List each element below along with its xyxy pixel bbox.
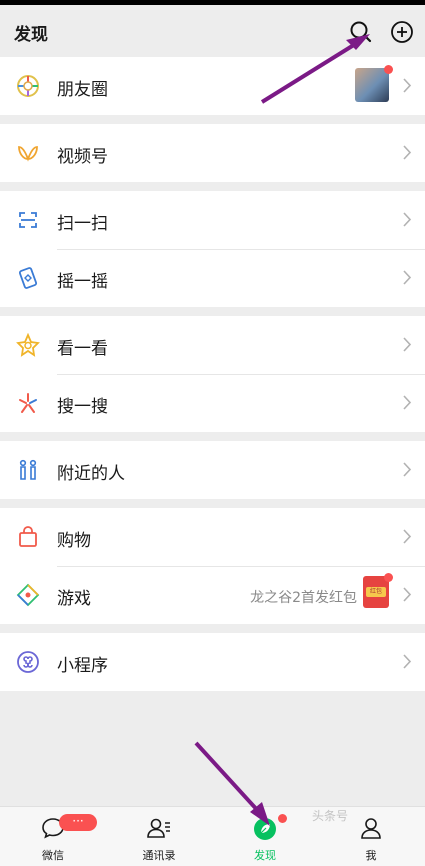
tab-contacts[interactable]: 通讯录	[106, 807, 212, 866]
chevron-right-icon	[402, 77, 412, 94]
scan-icon	[16, 208, 40, 232]
chevron-right-icon	[402, 461, 412, 478]
group-shopping-games: 购物 游戏 龙之谷2首发红包 红包	[0, 508, 425, 624]
chevron-right-icon	[402, 144, 412, 161]
menu-item-moments[interactable]: 朋友圈	[0, 57, 425, 115]
chevron-right-icon	[402, 394, 412, 411]
menu-item-label: 附近的人	[57, 464, 125, 484]
menu-item-label: 视频号	[57, 147, 108, 167]
unread-badge: ···	[59, 814, 97, 831]
menu-item-top-stories[interactable]: 看一看	[0, 316, 425, 374]
group-channels: 视频号	[0, 124, 425, 182]
new-dot	[384, 65, 393, 74]
games-promo-text: 龙之谷2首发红包	[250, 590, 357, 606]
discover-icon	[252, 815, 278, 841]
menu-item-label: 摇一摇	[57, 272, 108, 292]
tab-label: 我	[365, 849, 377, 862]
group-mini-programs: 小程序	[0, 633, 425, 691]
menu-item-label: 扫一扫	[57, 214, 108, 234]
group-nearby: 附近的人	[0, 441, 425, 499]
page-header: 发现	[0, 5, 425, 57]
menu-item-label: 购物	[57, 531, 91, 551]
tab-label: 发现	[254, 849, 276, 862]
group-scan-shake: 扫一扫 摇一摇	[0, 191, 425, 307]
plus-circle-icon[interactable]	[389, 19, 415, 45]
tab-chats[interactable]: ··· 微信	[0, 807, 106, 866]
new-dot	[384, 573, 393, 582]
channels-icon	[16, 141, 40, 165]
search-icon[interactable]	[348, 19, 374, 45]
bottom-tab-bar: ··· 微信 通讯录 发现 我	[0, 806, 425, 866]
shopping-bag-icon	[16, 525, 40, 549]
watermark-text: 头条号	[312, 809, 349, 823]
red-packet-label: 红包	[366, 587, 386, 597]
shake-icon	[16, 266, 40, 290]
tab-discover[interactable]: 发现	[212, 807, 318, 866]
chevron-right-icon	[402, 586, 412, 603]
nearby-people-icon	[16, 458, 40, 482]
top-stories-icon	[16, 332, 40, 357]
menu-item-nearby-people[interactable]: 附近的人	[0, 441, 425, 499]
tab-label: 通讯录	[142, 849, 176, 862]
group-top-stories-search: 看一看 搜一搜	[0, 316, 425, 432]
menu-item-label: 小程序	[57, 656, 108, 676]
me-icon	[358, 815, 384, 841]
tab-label: 微信	[42, 849, 64, 862]
menu-item-scan[interactable]: 扫一扫	[0, 191, 425, 249]
chevron-right-icon	[402, 269, 412, 286]
menu-item-games[interactable]: 游戏 龙之谷2首发红包 红包	[0, 566, 425, 624]
menu-item-label: 朋友圈	[57, 80, 108, 100]
menu-item-label: 看一看	[57, 339, 108, 359]
menu-item-channels[interactable]: 视频号	[0, 124, 425, 182]
menu-item-shake[interactable]: 摇一摇	[0, 249, 425, 307]
group-moments: 朋友圈	[0, 57, 425, 115]
menu-item-search[interactable]: 搜一搜	[0, 374, 425, 432]
arrow-to-discover-tab	[194, 741, 262, 815]
moments-thumbnail	[355, 68, 389, 102]
chevron-right-icon	[402, 528, 412, 545]
menu-item-shopping[interactable]: 购物	[0, 508, 425, 566]
mini-programs-icon	[16, 650, 40, 674]
chevron-right-icon	[402, 653, 412, 670]
chevron-right-icon	[402, 211, 412, 228]
search-star-icon	[16, 391, 40, 415]
menu-item-label: 游戏	[57, 589, 91, 609]
games-icon	[16, 583, 40, 607]
menu-item-label: 搜一搜	[57, 397, 108, 417]
menu-item-mini-programs[interactable]: 小程序	[0, 633, 425, 691]
moments-icon	[16, 74, 40, 98]
chevron-right-icon	[402, 336, 412, 353]
new-dot	[278, 814, 287, 823]
contacts-icon	[146, 815, 172, 841]
page-title: 发现	[14, 25, 48, 45]
